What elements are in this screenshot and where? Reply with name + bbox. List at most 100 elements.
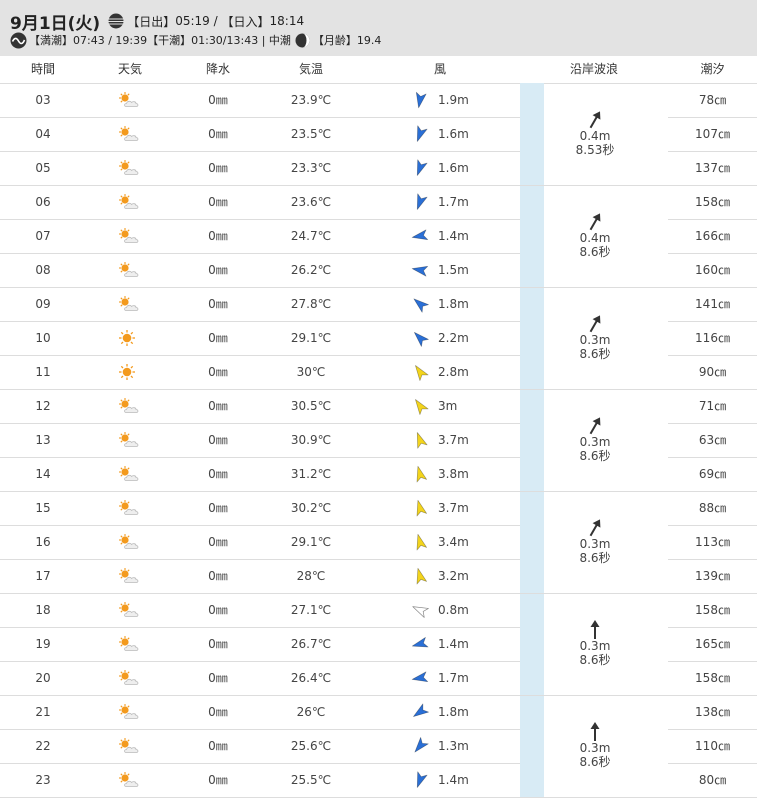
wind-arrow-icon	[409, 329, 431, 347]
low-tide-label: 【干潮】	[147, 34, 192, 47]
hour-cell: 05	[35, 161, 51, 175]
wind-arrow-icon	[409, 635, 431, 653]
wave-forecast: 0.4m 8.53秒	[545, 83, 668, 185]
wind-arrow-icon	[409, 567, 431, 585]
wind-arrow-icon	[409, 737, 431, 755]
sunny-icon	[86, 321, 174, 355]
wind-arrow-icon	[409, 295, 431, 313]
tide-cell: 137㎝	[695, 161, 730, 175]
wind-speed-cell: 3.7m	[438, 433, 469, 447]
wave-height: 0.3m	[579, 435, 611, 449]
col-precip-header: 降水	[205, 62, 230, 76]
wave-period: 8.6秒	[579, 245, 611, 259]
wind-arrow-icon	[409, 601, 431, 619]
tide-cell: 69㎝	[698, 467, 727, 481]
temp-cell: 31.2℃	[290, 467, 332, 481]
sunny-cloudy-icon	[86, 627, 174, 661]
wave-forecast: 0.3m 8.6秒	[545, 287, 668, 389]
wave-period: 8.6秒	[579, 347, 611, 361]
wind-arrow-icon	[409, 431, 431, 449]
tide-cell: 158㎝	[695, 603, 730, 617]
sunny-cloudy-icon	[86, 729, 174, 763]
precip-cell: 0㎜	[208, 331, 228, 345]
sunny-cloudy-icon	[86, 593, 174, 627]
temp-cell: 28℃	[296, 569, 326, 583]
sunny-cloudy-icon	[86, 559, 174, 593]
precip-cell: 0㎜	[208, 161, 228, 175]
temp-cell: 26.7℃	[290, 637, 332, 651]
hour-cell: 20	[35, 671, 51, 685]
wave-direction-arrow-icon	[585, 313, 605, 335]
precip-cell: 0㎜	[208, 773, 228, 787]
precip-cell: 0㎜	[208, 399, 228, 413]
row-divider	[0, 797, 757, 798]
hour-cell: 11	[35, 365, 51, 379]
tide-cell: 166㎝	[695, 229, 730, 243]
col-tide-header: 潮汐	[700, 62, 725, 76]
wind-speed-cell: 1.6m	[438, 127, 469, 141]
tide-cell: 113㎝	[695, 535, 730, 549]
hour-cell: 16	[35, 535, 51, 549]
wind-arrow-icon	[409, 771, 431, 789]
hour-cell: 14	[35, 467, 51, 481]
temp-cell: 23.9℃	[290, 93, 332, 107]
column-header-row: 時間 天気 降水 気温 風 沿岸波浪 潮汐	[0, 56, 757, 84]
wind-speed-cell: 3m	[438, 399, 458, 413]
precip-cell: 0㎜	[208, 603, 228, 617]
wind-arrow-icon	[409, 669, 431, 687]
day-header-line2: 【満潮】 07:43 / 19:39 【干潮】 01:30/13:43 | 中潮…	[10, 31, 381, 49]
wave-height: 0.3m	[579, 537, 611, 551]
wind-speed-cell: 1.8m	[438, 297, 469, 311]
wind-arrow-icon	[409, 193, 431, 211]
precip-cell: 0㎜	[208, 535, 228, 549]
wave-height: 0.4m	[579, 231, 611, 245]
wind-speed-cell: 1.8m	[438, 705, 469, 719]
temp-cell: 30.2℃	[290, 501, 332, 515]
wind-speed-cell: 1.5m	[438, 263, 469, 277]
tide-cell: 165㎝	[695, 637, 730, 651]
precip-cell: 0㎜	[208, 365, 228, 379]
precip-cell: 0㎜	[208, 297, 228, 311]
wave-forecast: 0.3m 8.6秒	[545, 695, 668, 797]
wave-direction-arrow-icon	[585, 415, 605, 437]
sunny-cloudy-icon	[86, 457, 174, 491]
tide-cell: 138㎝	[695, 705, 730, 719]
sunny-cloudy-icon	[86, 151, 174, 185]
tide-cell: 80㎝	[698, 773, 727, 787]
temp-cell: 26.2℃	[290, 263, 332, 277]
wave-forecast: 0.4m 8.6秒	[545, 185, 668, 287]
wind-speed-cell: 1.6m	[438, 161, 469, 175]
wind-speed-cell: 1.7m	[438, 195, 469, 209]
moon-phase-icon	[295, 33, 310, 47]
day-header-line1: 9月1日(火) 【日出】 05:19 / 【日入】 18:14	[10, 10, 304, 34]
col-temp-header: 気温	[298, 62, 323, 76]
hour-cell: 07	[35, 229, 51, 243]
hour-cell: 04	[35, 127, 51, 141]
wind-speed-cell: 2.8m	[438, 365, 469, 379]
day-header: 9月1日(火) 【日出】 05:19 / 【日入】 18:14 【満潮】 07:…	[0, 0, 757, 56]
wave-direction-arrow-icon	[585, 211, 605, 233]
temp-cell: 29.1℃	[290, 535, 332, 549]
tide-type-separator: |	[258, 33, 269, 47]
wind-arrow-icon	[409, 465, 431, 483]
precip-cell: 0㎜	[208, 263, 228, 277]
tide-cell: 90㎝	[698, 365, 727, 379]
wave-period: 8.6秒	[579, 449, 611, 463]
tide-icon	[10, 32, 27, 48]
wave-forecast: 0.3m 8.6秒	[545, 491, 668, 593]
hour-cell: 12	[35, 399, 51, 413]
wind-speed-cell: 3.2m	[438, 569, 469, 583]
wave-height: 0.3m	[579, 639, 611, 653]
sunny-cloudy-icon	[86, 287, 174, 321]
sunrise-label: 【日出】	[127, 14, 176, 29]
hour-cell: 09	[35, 297, 51, 311]
wave-period: 8.6秒	[579, 653, 611, 667]
high-tide-label: 【満潮】	[29, 34, 73, 47]
wind-speed-cell: 3.8m	[438, 467, 469, 481]
hour-cell: 21	[35, 705, 51, 719]
wind-arrow-icon	[409, 363, 431, 381]
sunny-cloudy-icon	[86, 661, 174, 695]
hour-cell: 13	[35, 433, 51, 447]
high-tide-times: 07:43 / 19:39	[73, 33, 148, 47]
hour-cell: 06	[35, 195, 51, 209]
